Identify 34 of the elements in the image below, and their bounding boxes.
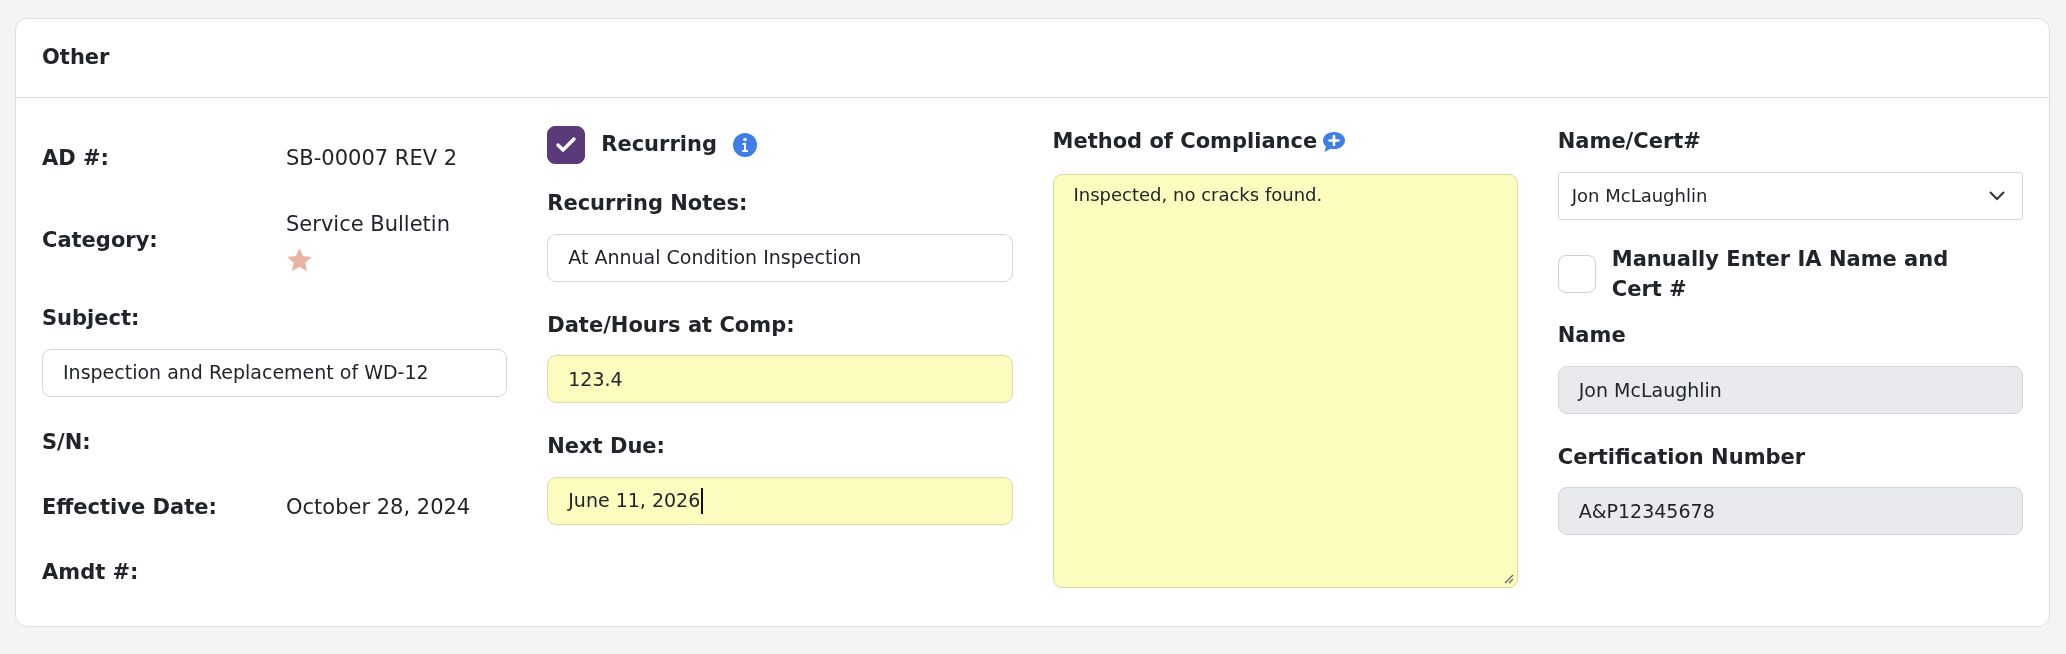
input-field[interactable]: 123.4 (547, 355, 1013, 403)
field-label: Subject: (42, 305, 141, 332)
add-comment-icon[interactable] (1321, 129, 1348, 154)
field-label: Amdt #: (42, 559, 140, 587)
field-label: Certification Number (1557, 443, 1807, 471)
info-icon[interactable] (732, 133, 757, 157)
field-label: Next Due: (547, 433, 666, 460)
field-label: Effective Date: (42, 494, 218, 522)
field-label: Date/Hours at Comp: (547, 311, 796, 339)
text-area[interactable]: Inspected, no cracks found. (1052, 173, 1518, 588)
field-label: S/N: (42, 429, 92, 457)
checkbox-label: Recurring (601, 131, 717, 159)
checkbox[interactable] (547, 126, 586, 164)
field-value: October 28, 2024 (286, 495, 471, 520)
field-label: Method of Compliance (1052, 128, 1318, 155)
checkbox-label: Manually Enter IA Name and Cert # (1611, 245, 1950, 303)
input-field[interactable]: At Annual Condition Inspection (547, 233, 1013, 282)
select-value: Jon McLaughlin (1571, 184, 1708, 208)
input-field[interactable]: Jon McLaughlin (1557, 365, 2023, 414)
field-label: Name (1557, 322, 1627, 350)
input-field[interactable]: June 11, 2026 (547, 476, 1013, 525)
star-icon (286, 246, 313, 273)
card-title: Other (42, 44, 110, 72)
field-label: Category: (42, 227, 159, 255)
field-label: Recurring Notes: (547, 190, 749, 217)
field-value: SB-00007 REV 2 (286, 145, 458, 170)
input-field[interactable]: A&P12345678 (1557, 487, 2023, 536)
input-field[interactable]: Inspection and Replacement of WD-12 (42, 348, 508, 397)
field-label: Name/Cert# (1557, 128, 1702, 155)
check-icon (555, 136, 578, 154)
chevron-down-icon (1988, 190, 2006, 201)
field-value: Service Bulletin (286, 211, 450, 239)
field-label: AD #: (42, 144, 110, 172)
select-field[interactable]: Jon McLaughlin (1557, 171, 2023, 220)
